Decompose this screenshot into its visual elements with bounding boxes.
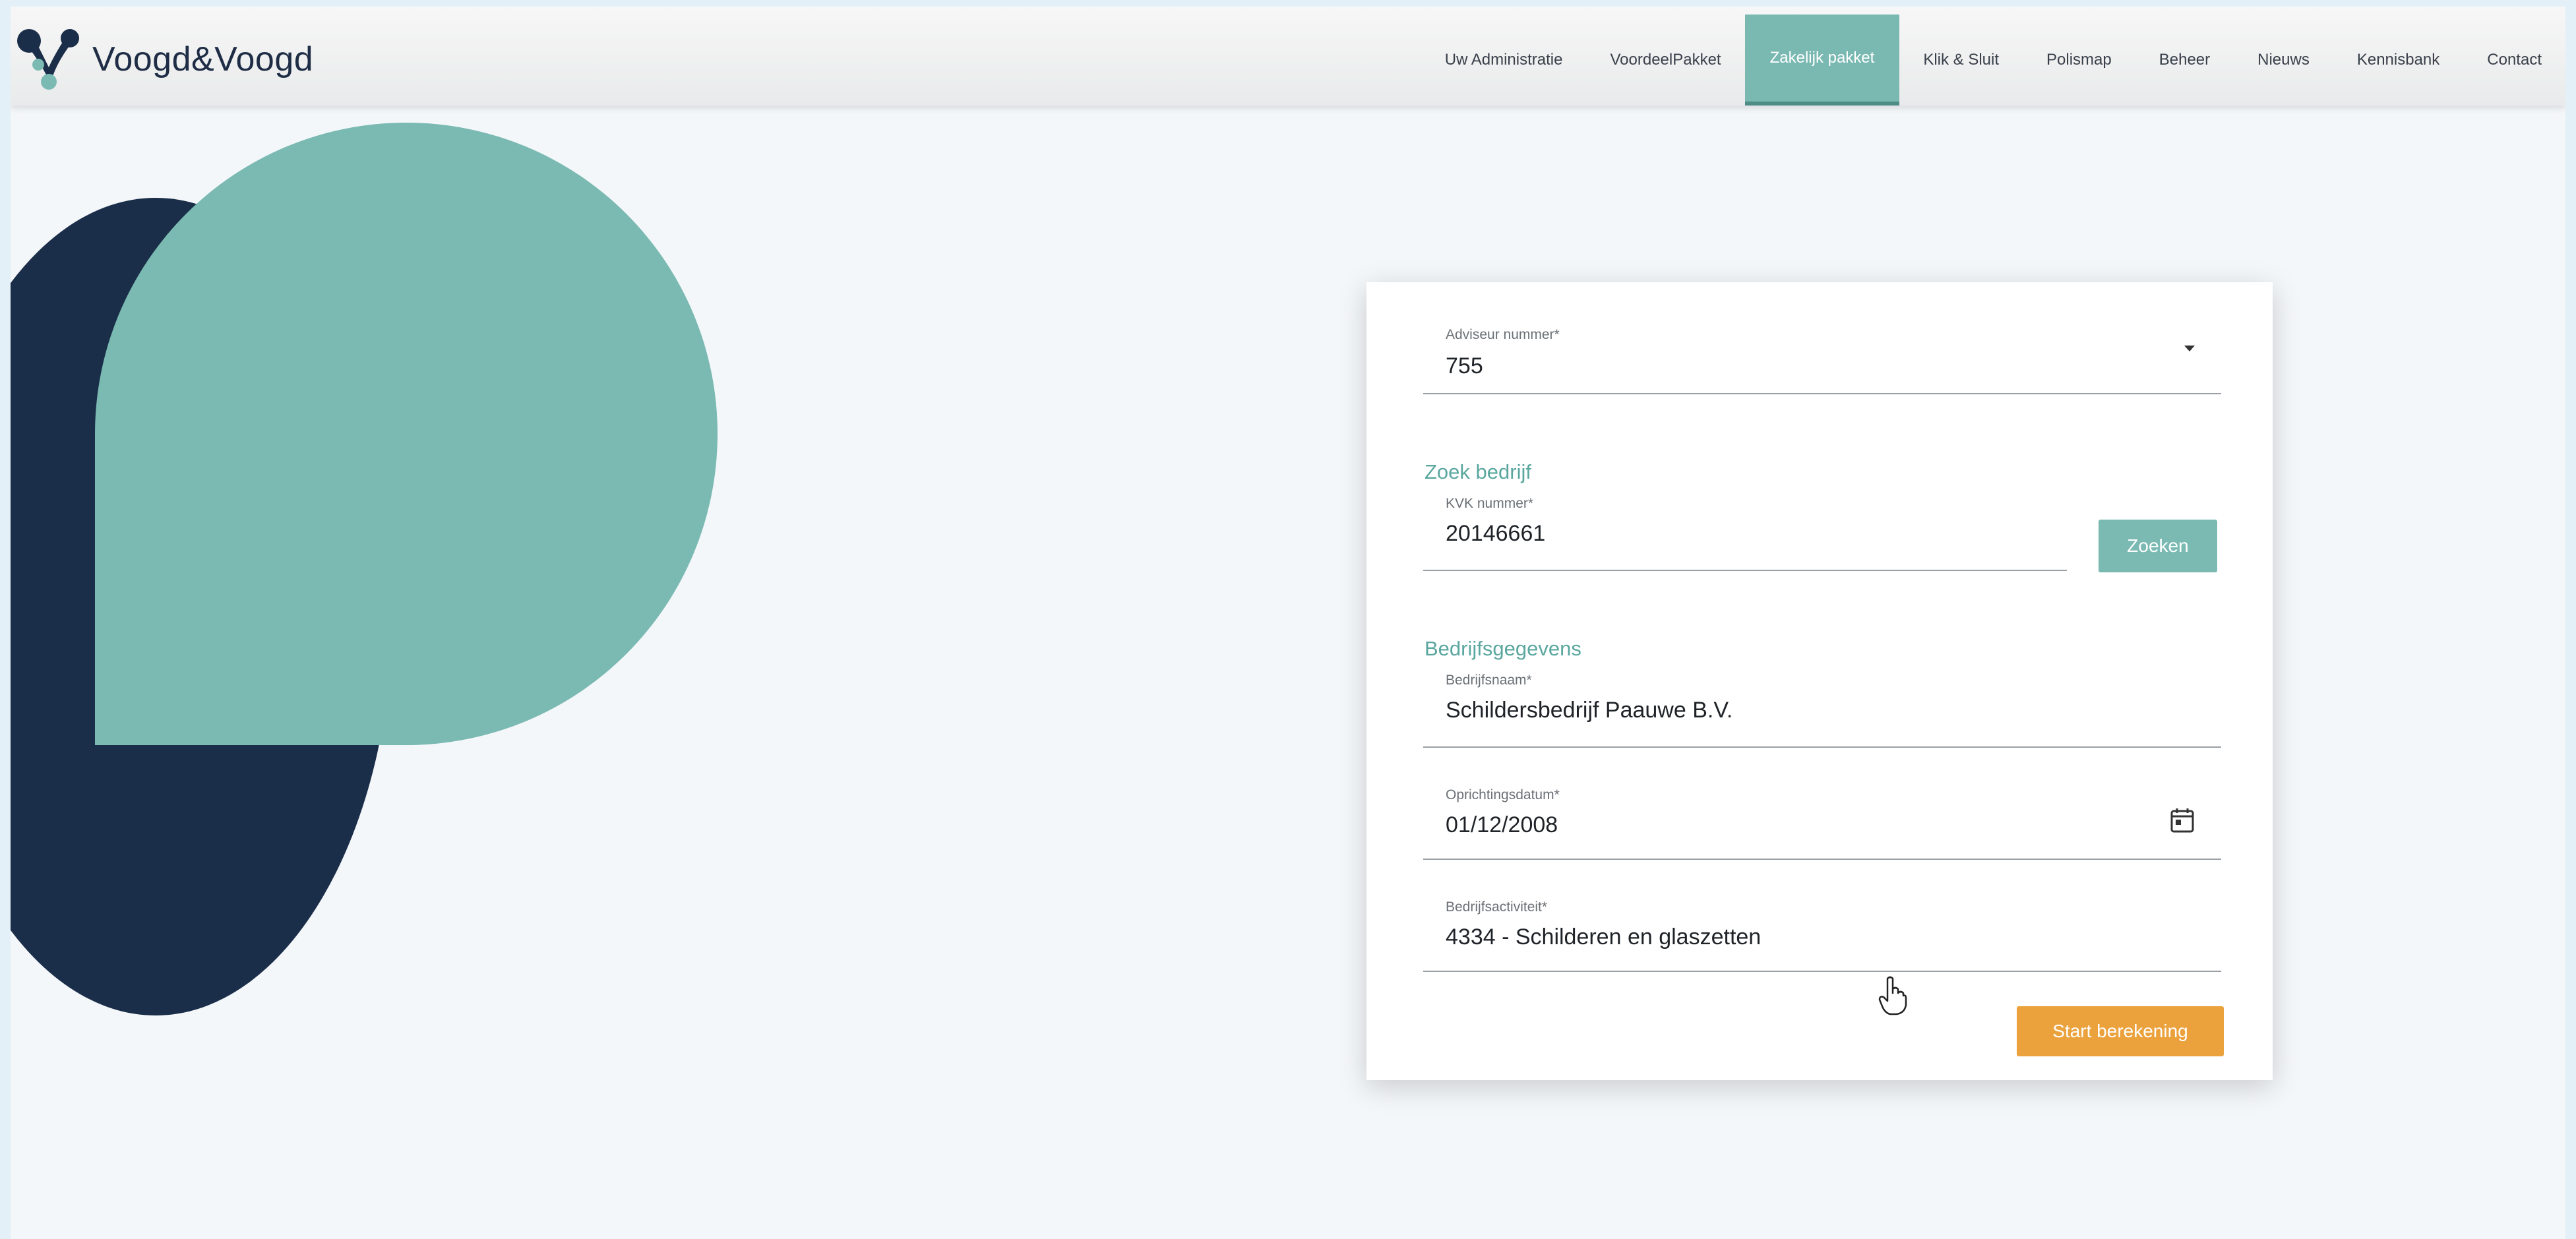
company-details-heading: Bedrijfsgegevens <box>1425 637 1581 660</box>
advisor-number-label: Adviseur nummer* <box>1446 327 1560 342</box>
main-nav: Uw Administratie VoordeelPakket Zakelijk… <box>1421 15 2565 106</box>
kvk-number-value: 20146661 <box>1446 521 1546 546</box>
founding-date-input[interactable]: Oprichtingsdatum* 01/12/2008 <box>1423 781 2221 860</box>
company-name-value: Schildersbedrijf Paauwe B.V. <box>1446 698 1733 723</box>
decorative-teal-drop <box>95 123 718 745</box>
caret-down-icon[interactable] <box>2184 346 2195 351</box>
quote-form-card: Adviseur nummer* 755 Zoek bedrijf KVK nu… <box>1366 282 2273 1080</box>
top-header: Voogd&Voogd Uw Administratie VoordeelPak… <box>11 7 2565 106</box>
nav-item-contact[interactable]: Contact <box>2463 15 2565 106</box>
kvk-number-input[interactable]: KVK nummer* 20146661 <box>1423 489 2067 571</box>
nav-item-uw-administratie[interactable]: Uw Administratie <box>1421 15 1587 106</box>
nav-item-zakelijk-pakket[interactable]: Zakelijk pakket <box>1744 15 1900 106</box>
calendar-icon[interactable] <box>2170 807 2195 833</box>
brand-name[interactable]: Voogd&Voogd <box>92 40 313 79</box>
company-name-label: Bedrijfsnaam* <box>1446 673 1532 688</box>
start-calculation-button[interactable]: Start berekening <box>2017 1006 2224 1056</box>
nav-item-klik-sluit[interactable]: Klik & Sluit <box>1899 15 2023 106</box>
nav-item-beheer[interactable]: Beheer <box>2135 15 2234 106</box>
search-company-heading: Zoek bedrijf <box>1425 460 1531 483</box>
advisor-number-select[interactable]: Adviseur nummer* 755 <box>1423 313 2221 394</box>
hand-pointer-icon <box>1878 976 1907 1015</box>
voogd-logo-icon[interactable] <box>15 26 83 90</box>
company-activity-label: Bedrijfsactiviteit* <box>1446 899 1548 915</box>
advisor-number-value: 755 <box>1446 353 1483 378</box>
nav-item-kennisbank[interactable]: Kennisbank <box>2333 15 2463 106</box>
company-activity-value: 4334 - Schilderen en glaszetten <box>1446 924 1762 950</box>
company-activity-input[interactable]: Bedrijfsactiviteit* 4334 - Schilderen en… <box>1423 893 2221 972</box>
founding-date-value: 01/12/2008 <box>1446 812 1558 837</box>
nav-item-polismap[interactable]: Polismap <box>2023 15 2135 106</box>
nav-item-voordeelpakket[interactable]: VoordeelPakket <box>1586 15 1744 106</box>
nav-item-nieuws[interactable]: Nieuws <box>2234 15 2333 106</box>
founding-date-label: Oprichtingsdatum* <box>1446 787 1560 802</box>
app-window: Voogd&Voogd Uw Administratie VoordeelPak… <box>11 7 2565 1239</box>
search-button[interactable]: Zoeken <box>2099 520 2217 572</box>
company-name-input[interactable]: Bedrijfsnaam* Schildersbedrijf Paauwe B.… <box>1423 666 2221 748</box>
kvk-number-label: KVK nummer* <box>1446 496 1534 511</box>
